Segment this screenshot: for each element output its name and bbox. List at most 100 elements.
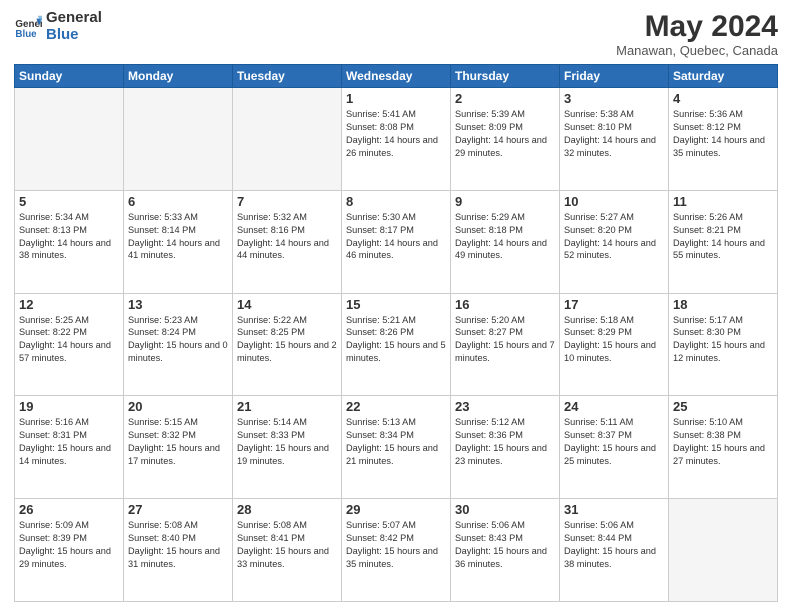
day-number: 11 — [673, 194, 773, 209]
day-number: 19 — [19, 399, 119, 414]
day-number: 26 — [19, 502, 119, 517]
weekday-header-saturday: Saturday — [669, 65, 778, 88]
day-number: 17 — [564, 297, 664, 312]
calendar-cell: 28 Sunrise: 5:08 AMSunset: 8:41 PMDayligh… — [233, 499, 342, 602]
calendar-week-1: 1Sunrise: 5:41 AMSunset: 8:08 PMDaylight… — [15, 88, 778, 191]
day-info: Sunrise: 5:11 AMSunset: 8:37 PMDaylight:… — [564, 416, 664, 468]
day-number: 12 — [19, 297, 119, 312]
logo-general: General — [46, 10, 102, 27]
logo: General Blue General Blue — [14, 10, 102, 43]
calendar-cell: 3 Sunrise: 5:38 AMSunset: 8:10 PMDaylight… — [560, 88, 669, 191]
day-info: Sunrise: 5:38 AMSunset: 8:10 PMDaylight:… — [564, 108, 664, 160]
day-info: Sunrise: 5:33 AMSunset: 8:14 PMDaylight:… — [128, 211, 228, 263]
day-info: Sunrise: 5:09 AMSunset: 8:39 PMDaylight:… — [19, 519, 119, 571]
logo-icon: General Blue — [14, 13, 42, 41]
title-block: May 2024 Manawan, Quebec, Canada — [616, 10, 778, 58]
calendar-cell: 31 Sunrise: 5:06 AMSunset: 8:44 PMDayligh… — [560, 499, 669, 602]
day-number: 20 — [128, 399, 228, 414]
calendar-cell: 21 Sunrise: 5:14 AMSunset: 8:33 PMDayligh… — [233, 396, 342, 499]
calendar-cell: 30Sunrise: 5:06 AMSunset: 8:43 PMDayligh… — [451, 499, 560, 602]
day-number: 16 — [455, 297, 555, 312]
calendar-cell: 24Sunrise: 5:11 AMSunset: 8:37 PMDayligh… — [560, 396, 669, 499]
calendar-cell: 15 Sunrise: 5:21 AMSunset: 8:26 PMDayligh… — [342, 293, 451, 396]
calendar-cell — [669, 499, 778, 602]
calendar-cell: 22Sunrise: 5:13 AMSunset: 8:34 PMDayligh… — [342, 396, 451, 499]
calendar-week-4: 19Sunrise: 5:16 AMSunset: 8:31 PMDayligh… — [15, 396, 778, 499]
day-number: 22 — [346, 399, 446, 414]
day-info: Sunrise: 5:26 AMSunset: 8:21 PMDaylight:… — [673, 211, 773, 263]
calendar-cell: 9 Sunrise: 5:29 AMSunset: 8:18 PMDaylight… — [451, 190, 560, 293]
calendar-cell — [124, 88, 233, 191]
day-number: 30 — [455, 502, 555, 517]
day-info: Sunrise: 5:39 AMSunset: 8:09 PMDaylight:… — [455, 108, 555, 160]
calendar-cell: 12 Sunrise: 5:25 AMSunset: 8:22 PMDayligh… — [15, 293, 124, 396]
day-info: Sunrise: 5:15 AMSunset: 8:32 PMDaylight:… — [128, 416, 228, 468]
day-info: Sunrise: 5:10 AMSunset: 8:38 PMDaylight:… — [673, 416, 773, 468]
day-number: 25 — [673, 399, 773, 414]
day-info: Sunrise: 5:22 AMSunset: 8:25 PMDaylight:… — [237, 314, 337, 366]
calendar-cell: 13 Sunrise: 5:23 AMSunset: 8:24 PMDayligh… — [124, 293, 233, 396]
calendar-table: SundayMondayTuesdayWednesdayThursdayFrid… — [14, 64, 778, 602]
calendar-cell: 29Sunrise: 5:07 AMSunset: 8:42 PMDayligh… — [342, 499, 451, 602]
day-number: 9 — [455, 194, 555, 209]
day-info: Sunrise: 5:27 AMSunset: 8:20 PMDaylight:… — [564, 211, 664, 263]
calendar-week-2: 5Sunrise: 5:34 AMSunset: 8:13 PMDaylight… — [15, 190, 778, 293]
day-info: Sunrise: 5:14 AMSunset: 8:33 PMDaylight:… — [237, 416, 337, 468]
day-number: 27 — [128, 502, 228, 517]
day-info: Sunrise: 5:08 AMSunset: 8:41 PMDaylight:… — [237, 519, 337, 571]
calendar-cell: 23 Sunrise: 5:12 AMSunset: 8:36 PMDayligh… — [451, 396, 560, 499]
day-info: Sunrise: 5:12 AMSunset: 8:36 PMDaylight:… — [455, 416, 555, 468]
calendar-cell: 27Sunrise: 5:08 AMSunset: 8:40 PMDayligh… — [124, 499, 233, 602]
calendar-header-row: SundayMondayTuesdayWednesdayThursdayFrid… — [15, 65, 778, 88]
header: General Blue General Blue May 2024 Manaw… — [14, 10, 778, 58]
weekday-header-wednesday: Wednesday — [342, 65, 451, 88]
day-info: Sunrise: 5:06 AMSunset: 8:44 PMDaylight:… — [564, 519, 664, 571]
day-number: 23 — [455, 399, 555, 414]
day-number: 29 — [346, 502, 446, 517]
page: General Blue General Blue May 2024 Manaw… — [0, 0, 792, 612]
weekday-header-monday: Monday — [124, 65, 233, 88]
day-info: Sunrise: 5:30 AMSunset: 8:17 PMDaylight:… — [346, 211, 446, 263]
day-number: 13 — [128, 297, 228, 312]
weekday-header-sunday: Sunday — [15, 65, 124, 88]
day-info: Sunrise: 5:23 AMSunset: 8:24 PMDaylight:… — [128, 314, 228, 366]
day-number: 3 — [564, 91, 664, 106]
day-number: 4 — [673, 91, 773, 106]
weekday-header-thursday: Thursday — [451, 65, 560, 88]
calendar-cell: 17 Sunrise: 5:18 AMSunset: 8:29 PMDayligh… — [560, 293, 669, 396]
calendar-cell: 2 Sunrise: 5:39 AMSunset: 8:09 PMDaylight… — [451, 88, 560, 191]
day-number: 8 — [346, 194, 446, 209]
day-number: 15 — [346, 297, 446, 312]
day-info: Sunrise: 5:18 AMSunset: 8:29 PMDaylight:… — [564, 314, 664, 366]
day-info: Sunrise: 5:17 AMSunset: 8:30 PMDaylight:… — [673, 314, 773, 366]
calendar-cell: 11 Sunrise: 5:26 AMSunset: 8:21 PMDayligh… — [669, 190, 778, 293]
calendar-cell: 7Sunrise: 5:32 AMSunset: 8:16 PMDaylight… — [233, 190, 342, 293]
day-info: Sunrise: 5:21 AMSunset: 8:26 PMDaylight:… — [346, 314, 446, 366]
day-number: 1 — [346, 91, 446, 106]
day-number: 2 — [455, 91, 555, 106]
calendar-cell: 20 Sunrise: 5:15 AMSunset: 8:32 PMDayligh… — [124, 396, 233, 499]
logo-blue: Blue — [46, 27, 102, 44]
calendar-week-5: 26 Sunrise: 5:09 AMSunset: 8:39 PMDayligh… — [15, 499, 778, 602]
calendar-week-3: 12 Sunrise: 5:25 AMSunset: 8:22 PMDayligh… — [15, 293, 778, 396]
day-number: 6 — [128, 194, 228, 209]
location-subtitle: Manawan, Quebec, Canada — [616, 43, 778, 58]
day-info: Sunrise: 5:36 AMSunset: 8:12 PMDaylight:… — [673, 108, 773, 160]
weekday-header-friday: Friday — [560, 65, 669, 88]
calendar-cell: 25 Sunrise: 5:10 AMSunset: 8:38 PMDayligh… — [669, 396, 778, 499]
calendar-cell — [15, 88, 124, 191]
calendar-cell: 19Sunrise: 5:16 AMSunset: 8:31 PMDayligh… — [15, 396, 124, 499]
day-number: 31 — [564, 502, 664, 517]
calendar-cell: 6 Sunrise: 5:33 AMSunset: 8:14 PMDaylight… — [124, 190, 233, 293]
calendar-cell: 18 Sunrise: 5:17 AMSunset: 8:30 PMDayligh… — [669, 293, 778, 396]
calendar-cell: 10Sunrise: 5:27 AMSunset: 8:20 PMDayligh… — [560, 190, 669, 293]
calendar-cell: 26 Sunrise: 5:09 AMSunset: 8:39 PMDayligh… — [15, 499, 124, 602]
day-info: Sunrise: 5:29 AMSunset: 8:18 PMDaylight:… — [455, 211, 555, 263]
day-info: Sunrise: 5:25 AMSunset: 8:22 PMDaylight:… — [19, 314, 119, 366]
day-number: 5 — [19, 194, 119, 209]
day-number: 7 — [237, 194, 337, 209]
day-number: 18 — [673, 297, 773, 312]
calendar-cell: 14Sunrise: 5:22 AMSunset: 8:25 PMDayligh… — [233, 293, 342, 396]
day-number: 21 — [237, 399, 337, 414]
day-number: 28 — [237, 502, 337, 517]
